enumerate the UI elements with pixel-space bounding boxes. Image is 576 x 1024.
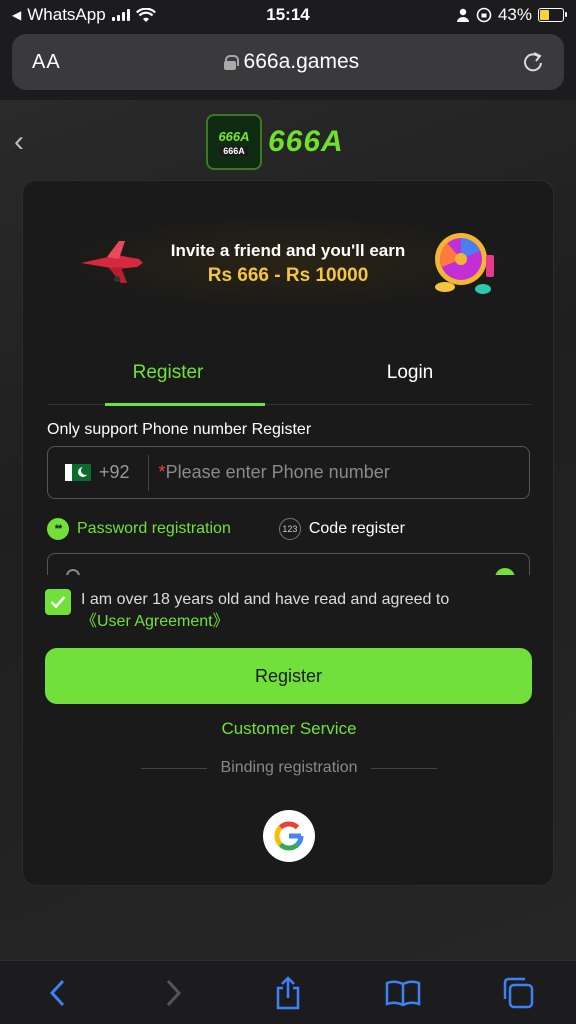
back-app-label[interactable]: WhatsApp (27, 5, 105, 25)
phone-placeholder[interactable]: *Please enter Phone number (159, 462, 390, 483)
google-login-button[interactable] (263, 810, 315, 862)
register-button[interactable]: Register (45, 648, 532, 704)
numeric-code-icon: 123 (278, 518, 301, 540)
phone-placeholder-text: Please enter Phone number (165, 462, 390, 482)
binding-divider: Binding registration (141, 759, 437, 777)
logo-badge: 666A 666A (206, 114, 262, 170)
status-left: ◀ WhatsApp (12, 5, 156, 25)
forward-icon[interactable] (153, 973, 193, 1013)
banner-amount: Rs 666 - Rs 10000 (207, 265, 369, 286)
divider-line-left (141, 767, 207, 769)
back-icon[interactable] (38, 973, 78, 1013)
option-password-registration[interactable]: ** Password registration (47, 518, 231, 540)
password-dots-icon: ** (47, 518, 69, 540)
checkmark-icon (50, 596, 66, 609)
reader-settings-button[interactable]: AA (32, 51, 61, 74)
agreement-text: I am over 18 years old and have read and… (81, 589, 449, 633)
airplane-icon (81, 241, 143, 283)
browser-toolbar (0, 960, 576, 1024)
agreement-statement: I am over 18 years old and have read and… (81, 591, 450, 608)
status-right: 43% (456, 5, 567, 25)
back-chevron-icon[interactable]: ‹ (14, 127, 38, 157)
battery-icon (538, 8, 567, 22)
show-password-icon[interactable] (495, 568, 515, 575)
divider-line-right (371, 767, 437, 769)
option-code-label: Code register (308, 520, 405, 537)
status-time: 15:14 (266, 5, 310, 24)
url-text[interactable]: 666a.games (244, 50, 360, 74)
lock-icon (223, 55, 239, 70)
customer-service-link[interactable]: Customer Service (23, 719, 555, 739)
logo-badge-bottom: 666A (220, 145, 248, 156)
field-divider (147, 454, 149, 491)
signal-icon (111, 9, 130, 21)
banner-headline: Invite a friend and you'll earn (170, 241, 406, 260)
required-mark: * (158, 462, 166, 482)
share-icon[interactable] (268, 973, 308, 1013)
wifi-icon (135, 7, 156, 22)
tab-register[interactable]: Register (47, 349, 289, 406)
pakistan-flag-icon[interactable] (65, 464, 91, 481)
site-logo: 666A 666A 666A (206, 114, 370, 170)
binding-label: Binding registration (220, 759, 358, 776)
lock-outline-icon (66, 569, 80, 575)
url-display[interactable]: 666a.games (223, 50, 360, 74)
back-to-app-icon[interactable]: ◀ (12, 8, 21, 22)
register-hint: Only support Phone number Register (47, 421, 312, 438)
bookmarks-icon[interactable] (383, 973, 423, 1013)
tabs-icon[interactable] (498, 973, 538, 1013)
logo-wordmark: 666A (268, 125, 344, 158)
password-input[interactable] (47, 553, 530, 575)
reload-icon[interactable] (522, 51, 544, 73)
address-bar[interactable]: AA 666a.games (12, 34, 564, 90)
tab-login[interactable]: Login (289, 349, 531, 404)
orientation-lock-icon (476, 7, 492, 23)
battery-percent: 43% (497, 5, 532, 24)
logo-badge-top: 666A (218, 128, 250, 144)
user-agreement-link[interactable]: 《User Agreement》 (81, 611, 449, 633)
agreement-row: I am over 18 years old and have read and… (45, 589, 515, 633)
google-icon (274, 821, 304, 851)
status-bar: ◀ WhatsApp 15:14 43% (0, 0, 576, 30)
promo-banner[interactable]: Invite a friend and you'll earn Rs 666 -… (73, 217, 505, 307)
registration-method-options: ** Password registration 123 Code regist… (47, 514, 531, 544)
phone-input[interactable]: +92 *Please enter Phone number (47, 446, 530, 499)
auth-tabs: Register Login (47, 349, 531, 406)
register-card: Invite a friend and you'll earn Rs 666 -… (22, 180, 554, 886)
prize-wheel-icon (435, 233, 494, 294)
option-password-label: Password registration (77, 520, 231, 537)
country-code[interactable]: +92 (99, 462, 130, 483)
person-icon (456, 8, 469, 22)
agreement-checkbox[interactable] (45, 589, 71, 615)
option-code-register[interactable]: 123 Code register (278, 518, 405, 540)
